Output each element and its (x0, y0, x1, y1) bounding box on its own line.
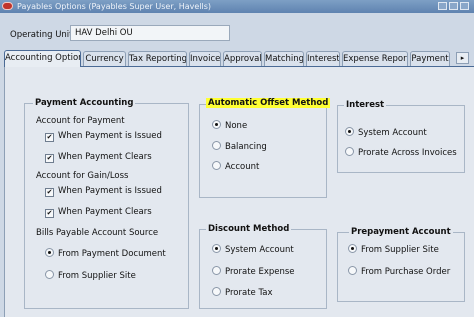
payment-accounting-title: Payment Accounting (33, 98, 136, 108)
checkbox-checked-icon[interactable]: ✔ (45, 133, 54, 142)
tab-accounting-option[interactable]: Accounting Option (4, 50, 81, 67)
operating-unit-field[interactable]: HAV Delhi OU (70, 25, 230, 41)
prepayment-account-group: Prepayment Account From Supplier Site Fr… (337, 227, 465, 302)
offset-balancing-radio[interactable]: Balancing (212, 141, 267, 153)
discount-system-account-radio[interactable]: System Account (212, 244, 294, 256)
tab-currency[interactable]: Currency (83, 51, 126, 66)
tab-invoice[interactable]: Invoice (189, 51, 221, 66)
radio-unselected-icon[interactable] (212, 287, 221, 296)
radio-unselected-icon[interactable] (212, 266, 221, 275)
radio-unselected-icon[interactable] (212, 141, 221, 150)
discount-method-title: Discount Method (206, 224, 292, 234)
tab-tax-reporting[interactable]: Tax Reporting (128, 51, 187, 66)
radio-unselected-icon[interactable] (348, 266, 357, 275)
radio-unselected-icon[interactable] (45, 270, 54, 279)
operating-unit-label: Operating Unit (10, 30, 73, 40)
account-for-payment-label: Account for Payment (36, 116, 125, 126)
interest-group: Interest System Account Prorate Across I… (337, 100, 465, 173)
checkbox-checked-icon[interactable]: ✔ (45, 188, 54, 197)
bills-payable-source-label: Bills Payable Account Source (36, 228, 159, 238)
accounting-option-panel: Payment Accounting Account for Payment ✔… (4, 66, 474, 317)
arrow-right-icon[interactable]: ▸ (456, 52, 469, 64)
payment-accounting-group: Payment Accounting Account for Payment ✔… (24, 98, 189, 309)
discount-method-group: Discount Method System Account Prorate E… (199, 224, 327, 309)
checkbox-checked-icon[interactable]: ✔ (45, 209, 54, 218)
account-for-gain-loss-label: Account for Gain/Loss (36, 171, 129, 181)
gain-when-payment-issued-checkbox[interactable]: ✔ When Payment is Issued (45, 186, 162, 197)
gain-when-payment-clears-checkbox[interactable]: ✔ When Payment Clears (45, 207, 152, 218)
interest-system-account-radio[interactable]: System Account (345, 127, 427, 139)
tab-interest[interactable]: Interest (306, 51, 340, 66)
window-title-bar: Payables Options (Payables Super User, H… (0, 0, 474, 13)
oracle-app-icon (2, 2, 13, 10)
offset-none-radio[interactable]: None (212, 120, 247, 132)
interest-prorate-radio[interactable]: Prorate Across Invoices (345, 147, 457, 159)
offset-account-radio[interactable]: Account (212, 161, 259, 173)
radio-selected-icon[interactable] (345, 127, 354, 136)
close-icon[interactable] (460, 2, 469, 10)
when-payment-issued-checkbox[interactable]: ✔ When Payment is Issued (45, 131, 162, 142)
radio-unselected-icon[interactable] (345, 147, 354, 156)
radio-selected-icon[interactable] (212, 244, 221, 253)
maximize-icon[interactable] (449, 2, 458, 10)
tab-matching[interactable]: Matching (264, 51, 304, 66)
radio-selected-icon[interactable] (45, 248, 54, 257)
prepay-from-supplier-site-radio[interactable]: From Supplier Site (348, 244, 439, 256)
interest-title: Interest (344, 100, 387, 110)
automatic-offset-title: Automatic Offset Method (206, 98, 331, 108)
window-title: Payables Options (Payables Super User, H… (17, 2, 212, 11)
automatic-offset-group: Automatic Offset Method None Balancing A… (199, 98, 331, 198)
when-payment-clears-checkbox[interactable]: ✔ When Payment Clears (45, 152, 152, 163)
minimize-icon[interactable] (438, 2, 447, 10)
tab-expense-report[interactable]: Expense Report (342, 51, 408, 66)
from-supplier-site-radio[interactable]: From Supplier Site (45, 270, 136, 282)
tab-approval[interactable]: Approval (223, 51, 262, 66)
from-payment-document-radio[interactable]: From Payment Document (45, 248, 166, 260)
checkbox-checked-icon[interactable]: ✔ (45, 154, 54, 163)
discount-prorate-tax-radio[interactable]: Prorate Tax (212, 287, 272, 299)
radio-unselected-icon[interactable] (212, 161, 221, 170)
discount-prorate-expense-radio[interactable]: Prorate Expense (212, 266, 295, 278)
prepay-from-purchase-order-radio[interactable]: From Purchase Order (348, 266, 450, 278)
radio-selected-icon[interactable] (348, 244, 357, 253)
radio-selected-icon[interactable] (212, 120, 221, 129)
tab-payment[interactable]: Payment (410, 51, 450, 66)
prepayment-account-title: Prepayment Account (349, 227, 453, 237)
